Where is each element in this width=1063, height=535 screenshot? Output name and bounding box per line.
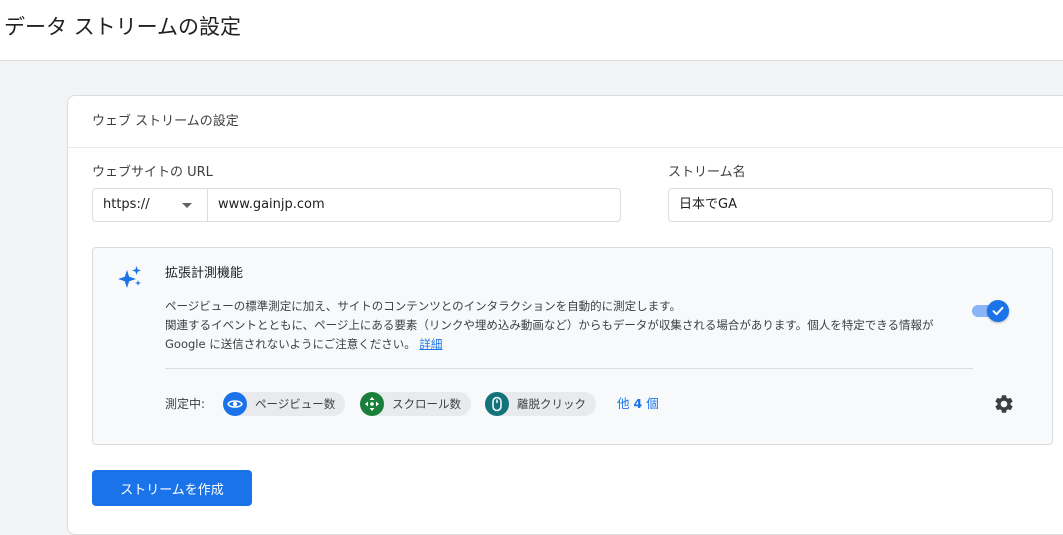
- gear-icon[interactable]: [993, 393, 1015, 415]
- sparkle-icon: [118, 266, 141, 288]
- chip-label: ページビュー数: [255, 397, 336, 411]
- web-stream-settings-card: ウェブ ストリームの設定 ウェブサイトの URL https:// www.ga…: [67, 95, 1063, 535]
- measuring-label: 測定中:: [165, 397, 206, 411]
- eye-icon: [223, 392, 247, 416]
- card-title: ウェブ ストリームの設定: [92, 114, 239, 129]
- mouse-icon: [485, 392, 509, 416]
- more-prefix: 他: [617, 396, 630, 411]
- chip-page-views[interactable]: ページビュー数: [223, 392, 346, 416]
- more-suffix: 個: [646, 396, 659, 411]
- stream-name-input[interactable]: 日本でGA: [668, 188, 1053, 222]
- chip-label: スクロール数: [392, 397, 461, 411]
- protocol-select[interactable]: https://: [93, 189, 208, 221]
- enhanced-measurement-title: 拡張計測機能: [165, 266, 244, 281]
- website-url-label: ウェブサイトの URL: [92, 165, 213, 180]
- check-icon: [992, 306, 1004, 316]
- chevron-down-icon: [182, 203, 192, 208]
- chip-outbound-clicks[interactable]: 離脱クリック: [485, 392, 596, 416]
- chip-scrolls[interactable]: スクロール数: [360, 392, 471, 416]
- stream-name-label: ストリーム名: [668, 165, 746, 180]
- chip-label: 離脱クリック: [517, 397, 586, 411]
- protocol-value: https://: [103, 197, 150, 212]
- description-line-2: 関連するイベントとともに、ページ上にある要素（リンクや埋め込み動画など）からもデ…: [165, 316, 965, 354]
- description-text: 関連するイベントとともに、ページ上にある要素（リンクや埋め込み動画など）からもデ…: [165, 318, 934, 351]
- scroll-arrows-icon: [360, 392, 384, 416]
- card-header: ウェブ ストリームの設定: [68, 96, 1063, 148]
- top-header: データ ストリームの設定: [0, 0, 1063, 61]
- description-line-1: ページビューの標準測定に加え、サイトのコンテンツとのインタラクションを自動的に測…: [165, 299, 681, 313]
- enhanced-measurement-description: ページビューの標準測定に加え、サイトのコンテンツとのインタラクションを自動的に測…: [165, 297, 965, 354]
- more-events-link[interactable]: 他 4 個: [617, 395, 659, 413]
- enhanced-measurement-toggle[interactable]: [972, 300, 1010, 322]
- more-count: 4: [633, 396, 643, 411]
- learn-more-link[interactable]: 詳細: [419, 337, 442, 351]
- website-url-field: https:// www.gainjp.com: [92, 188, 621, 222]
- toggle-knob: [987, 300, 1009, 322]
- create-stream-button[interactable]: ストリームを作成: [92, 470, 252, 506]
- enhanced-measurement-panel: 拡張計測機能 ページビューの標準測定に加え、サイトのコンテンツとのインタラクショ…: [92, 247, 1053, 445]
- page-title: データ ストリームの設定: [4, 15, 242, 39]
- website-url-input[interactable]: www.gainjp.com: [208, 189, 620, 221]
- divider: [165, 368, 973, 369]
